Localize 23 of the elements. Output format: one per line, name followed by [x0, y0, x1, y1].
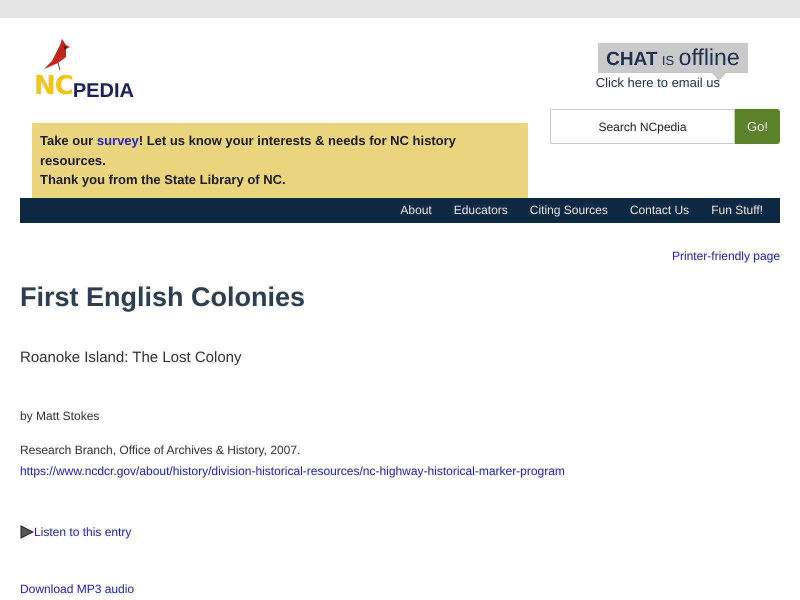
- nav-link[interactable]: Fun Stuff!: [700, 201, 774, 219]
- logo-text[interactable]: PEDIA: [72, 76, 134, 106]
- source-link[interactable]: https://www.ncdcr.gov/about/history/division-historical-resources/nc-highway-historical-marker-program: [20, 462, 565, 480]
- play-icon[interactable]: [20, 525, 34, 540]
- source-text: Research Branch, Office of Archives & History, 2007.: [20, 442, 302, 460]
- printer-friendly-link[interactable]: Printer-friendly page: [672, 246, 780, 264]
- subtitle: Roanoke Island: The Lost Colony: [20, 348, 243, 368]
- nav-link[interactable]: Citing Sources: [518, 201, 619, 219]
- banner-text: Thank you from the State Library of NC.: [40, 171, 287, 189]
- listen-link[interactable]: Listen to this entry: [34, 523, 132, 542]
- byline: by Matt Stokes: [20, 408, 100, 426]
- nav-link[interactable]: Contact Us: [618, 201, 700, 219]
- search-field[interactable]: Search NCpedia: [550, 109, 735, 144]
- nav-link[interactable]: Educators: [442, 201, 519, 219]
- page-title: First English Colonies: [20, 280, 306, 313]
- nav-link[interactable]: About: [389, 201, 443, 219]
- chat-status-badge[interactable]: CHAT IS offline: [598, 43, 748, 73]
- speech-tail-icon: [712, 72, 726, 81]
- survey-link[interactable]: survey: [96, 133, 139, 148]
- go-button[interactable]: Go!: [735, 109, 780, 144]
- email-link[interactable]: Click here to email us: [596, 72, 720, 92]
- download-link[interactable]: Download MP3 audio: [20, 582, 134, 596]
- banner-text: Take our survey! Let us know your interests & needs for NC history resources.: [40, 132, 457, 170]
